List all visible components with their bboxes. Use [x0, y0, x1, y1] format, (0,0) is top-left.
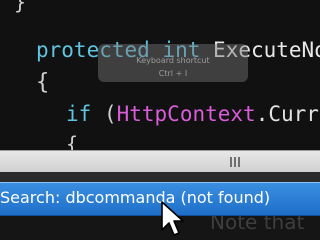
background-note-text: Note that	[210, 216, 305, 234]
code-line-if-statement: if (HttpContext.Current.	[66, 102, 320, 126]
mouse-pointer-icon	[161, 201, 184, 236]
type-httpcontext: HttpContext	[116, 102, 256, 126]
code-editor[interactable]: } protected int ExecuteNonQ { if (HttpCo…	[0, 0, 320, 150]
search-panel-gap	[0, 172, 320, 182]
keyboard-shortcut-popup: Keyboard shortcut Ctrl + I	[98, 44, 248, 82]
panel-splitter[interactable]	[0, 150, 320, 173]
code-line-open-brace: {	[36, 70, 50, 95]
shortcut-popup-keys: Ctrl + I	[158, 69, 188, 78]
keyword-if: if	[66, 102, 92, 126]
search-status-text: Search: dbcommanda (not found)	[0, 188, 271, 207]
code-line-inner-brace: {	[66, 132, 79, 150]
shortcut-popup-title: Keyboard shortcut	[136, 56, 210, 65]
resize-grip-icon[interactable]	[230, 157, 244, 167]
code-line-closing-brace: }	[14, 0, 27, 14]
